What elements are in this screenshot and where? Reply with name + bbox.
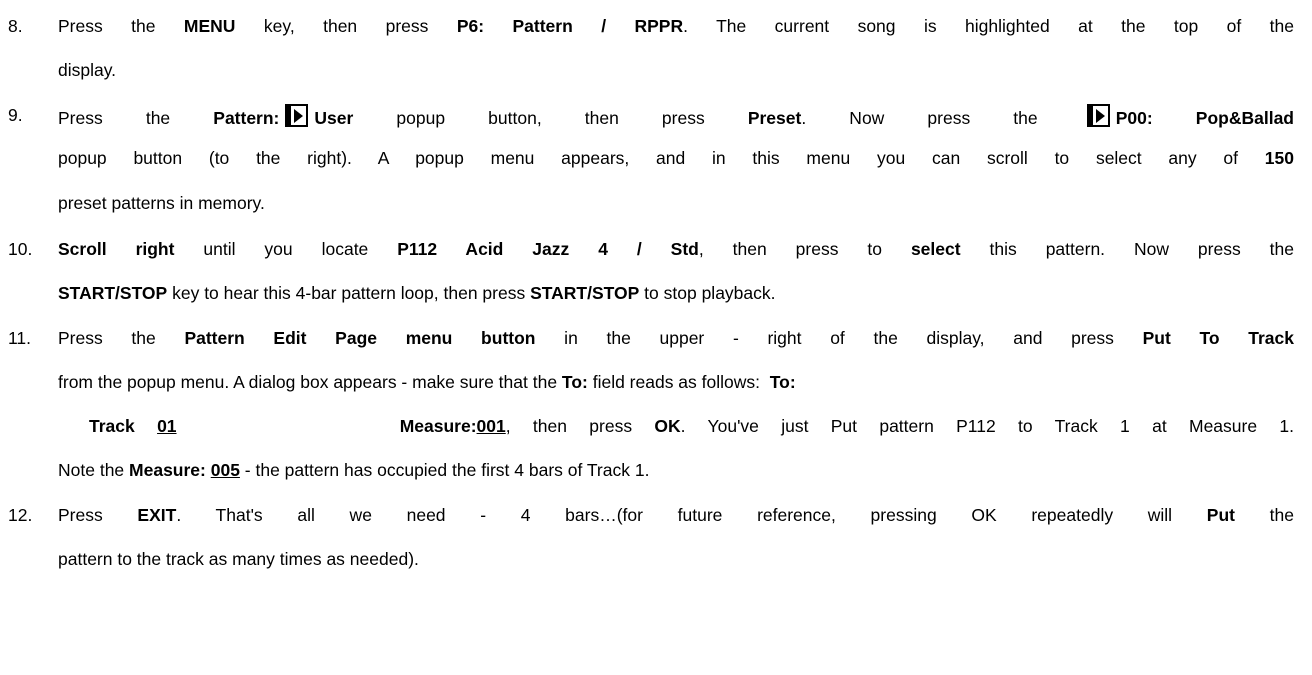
bold-term: 005: [210, 460, 240, 480]
text-run: Press the: [58, 108, 214, 128]
bold-term: P00: Pop&Ballad: [1115, 108, 1294, 128]
bold-term: Pattern Edit Page menu button: [184, 328, 536, 348]
bold-term: User: [314, 108, 354, 128]
text-run: pattern to the track as many times as ne…: [58, 549, 419, 569]
text-run: display.: [58, 60, 117, 80]
step-text: Scroll right until you locate P112 Acid …: [58, 238, 1294, 260]
bold-term: Scroll right: [58, 239, 175, 259]
text-run: popup button (to the right). A popup men…: [58, 148, 1265, 168]
step-number: 11.: [8, 328, 32, 348]
bold-term: MENU: [183, 16, 236, 36]
bold-term: EXIT: [137, 505, 177, 525]
step-text: Press the Pattern: User popup button, the…: [58, 104, 1294, 129]
bold-term: 01: [157, 416, 177, 436]
text-run: from the popup menu. A dialog box appear…: [58, 372, 562, 392]
text-run: Press: [58, 505, 138, 525]
bold-term: START/STOP: [58, 283, 168, 303]
text-run: preset patterns in memory.: [58, 193, 265, 213]
text-run: , then press to: [698, 239, 911, 259]
bold-term: Put: [1206, 505, 1235, 525]
text-run: - the pattern has occupied the first 4 b…: [239, 460, 650, 480]
text-run: field reads as follows:: [587, 372, 770, 392]
step-text: pattern to the track as many times as ne…: [58, 548, 419, 570]
text-run: . Now press the: [801, 108, 1081, 128]
text-run: to stop playback.: [639, 283, 776, 303]
bold-term: Track: [89, 416, 158, 436]
step-text: START/STOP key to hear this 4-bar patter…: [58, 282, 776, 304]
text-run: in the upper - right of the display, and…: [535, 328, 1143, 348]
step-number: 8.: [8, 16, 23, 36]
bold-term: Preset: [747, 108, 802, 128]
bold-term: Pattern:: [213, 108, 280, 128]
text-run: Press the: [58, 328, 185, 348]
bold-term: 001: [476, 416, 506, 436]
text-run: , then press: [505, 416, 655, 436]
step-number: 9.: [8, 105, 23, 125]
step-text: from the popup menu. A dialog box appear…: [58, 371, 796, 393]
bold-term: To:: [769, 372, 796, 392]
bold-term: To:: [561, 372, 588, 392]
bold-term: P112 Acid Jazz 4 / Std: [397, 239, 699, 259]
step-text: Press the MENU key, then press P6: Patte…: [58, 15, 1294, 37]
bold-term: 150: [1264, 148, 1294, 168]
play-popup-icon: [1086, 104, 1110, 127]
play-popup-icon: [285, 104, 309, 127]
bold-term: P6: Pattern / RPPR: [456, 16, 684, 36]
text-run: . You've just Put pattern P112 to Track …: [680, 416, 1294, 436]
text-run: key to hear this 4-bar pattern loop, the…: [167, 283, 531, 303]
text-run: Note the: [58, 460, 130, 480]
text-run: popup button, then press: [353, 108, 748, 128]
bold-term: START/STOP: [530, 283, 640, 303]
step-text: Note the Measure: 005 - the pattern has …: [58, 459, 649, 481]
step-number: 10.: [8, 239, 33, 259]
step-text: Track 01 Measure:001, then press OK. You…: [58, 415, 1294, 437]
step-text: display.: [58, 59, 116, 81]
text-run: this pattern. Now press the: [960, 239, 1294, 259]
bold-term: Put To Track: [1142, 328, 1294, 348]
bold-term: OK: [654, 416, 681, 436]
step-text: popup button (to the right). A popup men…: [58, 147, 1294, 169]
bold-term: Measure:: [176, 416, 477, 436]
step-text: Press the Pattern Edit Page menu button …: [58, 327, 1294, 349]
text-run: the: [1234, 505, 1294, 525]
step-number: 12.: [8, 505, 33, 525]
text-run: until you locate: [174, 239, 398, 259]
text-run: . That's all we need - 4 bars…(for futur…: [176, 505, 1207, 525]
bold-term: Measure:: [129, 460, 211, 480]
step-text: Press EXIT. That's all we need - 4 bars……: [58, 504, 1294, 526]
bold-term: select: [910, 239, 961, 259]
text-run: key, then press: [235, 16, 457, 36]
text-run: . The current song is highlighted at the…: [683, 16, 1294, 36]
text-run: Press the: [58, 16, 184, 36]
instruction-document: 8. Press the MENU key, then press P6: Pat…: [0, 0, 1312, 675]
step-text: preset patterns in memory.: [58, 192, 265, 214]
